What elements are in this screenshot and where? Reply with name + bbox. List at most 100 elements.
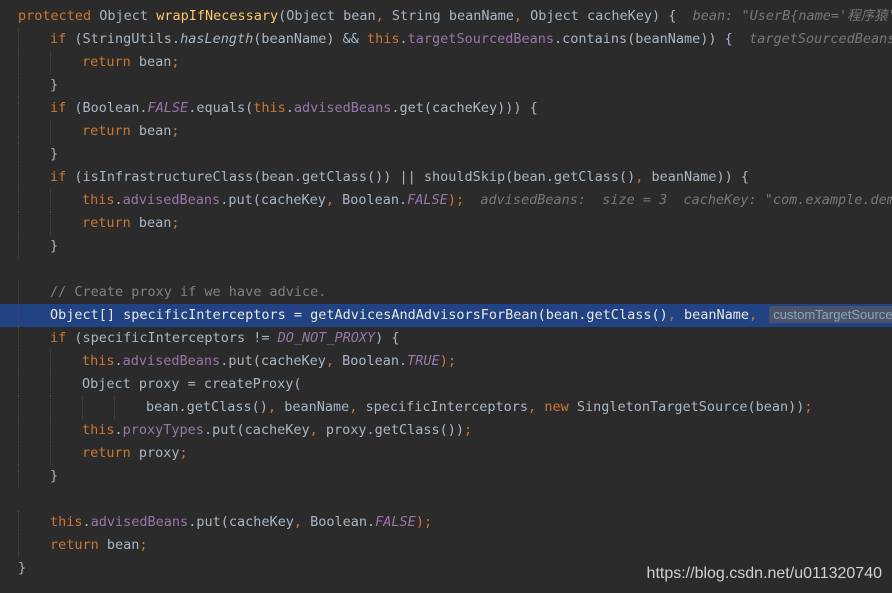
code-line[interactable]: return proxy; <box>0 442 892 465</box>
code-token: , <box>309 422 326 438</box>
indent-guide <box>18 74 19 97</box>
code-line[interactable]: // Create proxy if we have advice. <box>0 281 892 304</box>
code-line[interactable]: Object proxy = createProxy( <box>0 373 892 396</box>
code-token: (beanName) && <box>253 31 368 47</box>
code-line[interactable]: this.advisedBeans.put(cacheKey, Boolean.… <box>0 189 892 212</box>
code-line[interactable]: bean.getClass(), beanName, specificInter… <box>0 396 892 419</box>
code-text: this.advisedBeans.put(cacheKey, Boolean.… <box>82 350 456 373</box>
indent-guide <box>18 534 19 557</box>
code-token: Object proxy = createProxy( <box>82 376 302 392</box>
code-line[interactable]: } <box>0 465 892 488</box>
code-token: SingletonTargetSource(bean)) <box>576 399 805 415</box>
code-token: (isInfrastructureClass(bean.getClass()) … <box>74 169 636 185</box>
code-token: . <box>82 514 91 530</box>
code-text: } <box>50 235 58 258</box>
indent-guide <box>18 212 19 235</box>
code-token: return <box>82 215 139 231</box>
code-line[interactable]: if (Boolean.FALSE.equals(this.advisedBea… <box>0 97 892 120</box>
code-token: this <box>82 192 115 208</box>
indent-guide <box>18 465 19 488</box>
code-token: } <box>50 238 59 254</box>
indent-guide <box>18 120 19 143</box>
code-token: proxy <box>138 445 180 461</box>
code-token: , <box>325 353 343 369</box>
code-line[interactable] <box>0 258 892 281</box>
indent-guide <box>18 419 19 442</box>
parameter-hint: customTargetSource <box>769 306 892 323</box>
code-token: Boolean. <box>342 192 408 208</box>
code-text: return bean; <box>50 534 148 557</box>
code-token: advisedBeans <box>122 353 221 369</box>
code-line[interactable]: protected Object wrapIfNecessary(Object … <box>0 5 892 28</box>
code-line[interactable]: return bean; <box>0 120 892 143</box>
code-text: this.advisedBeans.put(cacheKey, Boolean.… <box>50 511 432 534</box>
code-token: , <box>325 192 343 208</box>
code-token: .equals( <box>188 100 254 116</box>
code-line[interactable]: if (isInfrastructureClass(bean.getClass(… <box>0 166 892 189</box>
code-token: , <box>667 307 684 323</box>
code-line[interactable]: this.advisedBeans.put(cacheKey, Boolean.… <box>0 350 892 373</box>
code-token: Boolean. <box>310 514 376 530</box>
code-token: , <box>513 8 531 24</box>
code-token: String beanName <box>391 8 514 24</box>
code-token: wrapIfNecessary <box>156 8 279 24</box>
code-token: protected <box>18 8 100 24</box>
code-token: this <box>367 31 400 47</box>
code-token: ; <box>171 123 180 139</box>
code-line[interactable]: return bean; <box>0 534 892 557</box>
code-token: .put(cacheKey <box>220 353 326 369</box>
indent-guide <box>50 189 51 212</box>
code-line[interactable] <box>0 488 892 511</box>
code-token: } <box>50 146 59 162</box>
code-token: if <box>50 169 75 185</box>
code-text: if (specificInterceptors != DO_NOT_PROXY… <box>50 327 400 350</box>
code-line[interactable]: return bean; <box>0 51 892 74</box>
code-token: return <box>82 54 139 70</box>
indent-guide <box>50 350 51 373</box>
code-token: ; <box>171 54 180 70</box>
code-token: beanName)) { <box>651 169 750 185</box>
code-text: // Create proxy if we have advice. <box>50 281 326 304</box>
code-line[interactable]: } <box>0 74 892 97</box>
code-line[interactable]: return bean; <box>0 212 892 235</box>
code-text: protected Object wrapIfNecessary(Object … <box>18 5 892 28</box>
code-token: ; <box>464 422 473 438</box>
code-token: beanName <box>284 399 350 415</box>
code-line[interactable]: this.advisedBeans.put(cacheKey, Boolean.… <box>0 511 892 534</box>
code-editor[interactable]: protected Object wrapIfNecessary(Object … <box>0 5 892 580</box>
code-token: // Create proxy if we have advice. <box>50 284 327 300</box>
indent-guide <box>18 511 19 534</box>
code-token: ; <box>139 537 148 553</box>
code-line[interactable]: if (specificInterceptors != DO_NOT_PROXY… <box>0 327 892 350</box>
code-token: (Object bean <box>278 8 376 24</box>
code-line[interactable]: this.proxyTypes.put(cacheKey, proxy.getC… <box>0 419 892 442</box>
code-token: if <box>50 100 75 116</box>
code-token: if <box>50 31 75 47</box>
debug-inline-value: advisedBeans: size = 3 cacheKey: "com.ex… <box>480 192 892 208</box>
indent-guide <box>18 189 19 212</box>
code-token: bean.getClass() <box>146 399 268 415</box>
code-token: this <box>82 422 115 438</box>
code-text: } <box>18 557 26 580</box>
code-token: Boolean. <box>342 353 408 369</box>
code-token: FALSE <box>147 100 189 116</box>
code-token: this <box>50 514 83 530</box>
code-token: . <box>399 31 408 47</box>
indent-guide <box>18 281 19 304</box>
code-token: this <box>253 100 286 116</box>
code-token: proxy.getClass()) <box>325 422 465 438</box>
watermark-text: https://blog.csdn.net/u011320740 <box>646 565 882 582</box>
code-line-current[interactable]: Object[] specificInterceptors = getAdvic… <box>0 304 892 327</box>
code-line[interactable]: if (StringUtils.hasLength(beanName) && t… <box>0 28 892 51</box>
indent-guide <box>18 304 19 327</box>
code-token: (Boolean. <box>74 100 148 116</box>
code-line[interactable]: } <box>0 235 892 258</box>
code-text: if (Boolean.FALSE.equals(this.advisedBea… <box>50 97 538 120</box>
code-text: Object[] specificInterceptors = getAdvic… <box>50 304 892 327</box>
code-text: return proxy; <box>82 442 188 465</box>
indent-guide <box>50 419 51 442</box>
code-line[interactable]: } <box>0 143 892 166</box>
code-text: return bean; <box>82 51 180 74</box>
indent-guide <box>50 212 51 235</box>
code-token: Object <box>99 8 157 24</box>
